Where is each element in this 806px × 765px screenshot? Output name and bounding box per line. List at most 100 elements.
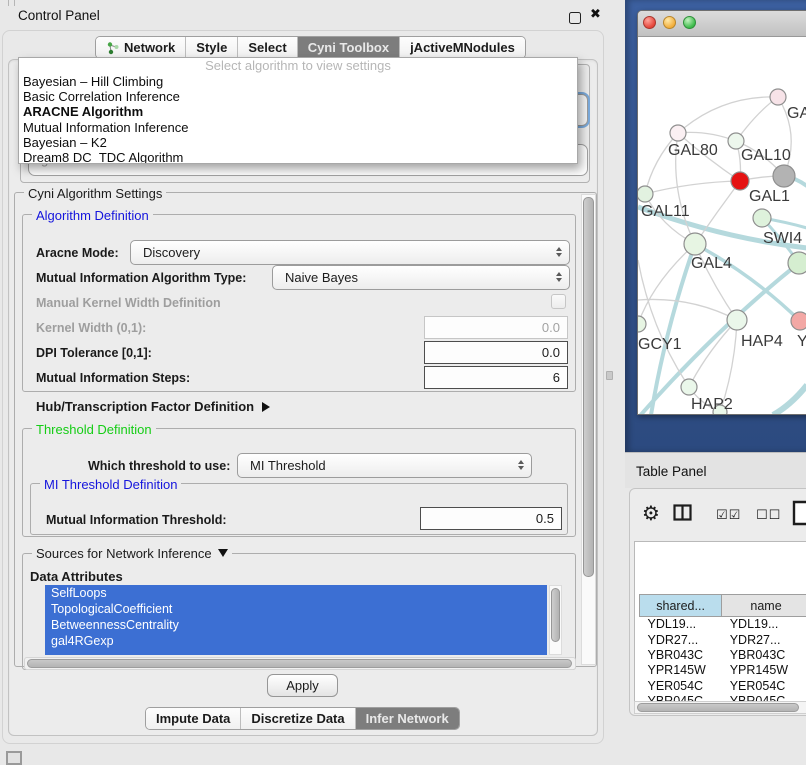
network-node[interactable] — [638, 316, 646, 332]
dropdown-item[interactable]: Bayesian – Hill Climbing — [19, 74, 577, 89]
network-edge[interactable] — [645, 181, 740, 194]
split-columns-icon[interactable] — [673, 504, 692, 521]
network-node[interactable] — [681, 379, 697, 395]
split-pane-handle[interactable] — [606, 371, 613, 380]
network-node[interactable] — [791, 312, 806, 330]
mi-threshold-label: Mutual Information Threshold: — [46, 513, 227, 527]
algorithm-dropdown-popup: Select algorithm to view settings Bayesi… — [18, 57, 578, 164]
float-window-icon[interactable] — [569, 12, 581, 24]
network-node[interactable] — [731, 172, 749, 190]
control-panel-tabs: Network Style Select Cyni Toolbox jActiv… — [95, 36, 526, 59]
table-cell[interactable]: YBR043C — [640, 647, 722, 662]
table-cell[interactable]: YDR27... — [722, 632, 806, 647]
minimized-panel-icon[interactable] — [6, 751, 22, 765]
table-header-row[interactable]: shared... name A — [640, 595, 806, 617]
table-cell[interactable]: YBR043C — [722, 647, 806, 662]
aracne-mode-select[interactable]: Discovery — [130, 240, 570, 265]
network-node[interactable] — [753, 209, 771, 227]
manual-kernel-checkbox[interactable] — [551, 294, 566, 309]
attributes-scrollbar-thumb[interactable] — [551, 588, 560, 642]
network-tab-icon — [106, 41, 120, 55]
table-row[interactable]: YDR27...YDR27...12 — [640, 632, 806, 647]
network-edge[interactable] — [678, 97, 778, 133]
close-traffic-light-icon[interactable] — [643, 16, 656, 29]
dropdown-item[interactable]: ARACNE Algorithm — [19, 104, 577, 119]
page-icon[interactable] — [792, 500, 806, 526]
network-node[interactable] — [638, 186, 653, 202]
dropdown-item[interactable]: Dream8 DC_TDC Algorithm — [19, 150, 577, 164]
table-row[interactable]: YPR145WYPR145W9. — [640, 663, 806, 678]
network-node[interactable] — [727, 310, 747, 330]
table-cell[interactable]: YDL19... — [640, 617, 722, 632]
network-view-window[interactable]: GALGAL80GAL10GAL1GAL11SWI4GAL4GCY1HAP4YH… — [637, 10, 806, 415]
network-node[interactable] — [773, 165, 795, 187]
attribute-item[interactable]: gal4RGexp — [45, 633, 547, 649]
tab-jactivemnodules[interactable]: jActiveMNodules — [400, 37, 525, 58]
network-edge[interactable] — [773, 385, 806, 415]
settings-scrollbar-thumb[interactable] — [583, 197, 594, 577]
tab-select[interactable]: Select — [238, 37, 297, 58]
table-row[interactable]: YDL19...YDL19...13 — [640, 617, 806, 632]
tab-infer-network[interactable]: Infer Network — [356, 708, 459, 729]
network-edge[interactable] — [678, 132, 736, 141]
network-node-label: GAL11 — [641, 203, 690, 220]
table-row[interactable]: YER054CYER054C8. — [640, 678, 806, 693]
collapse-down-icon[interactable] — [218, 549, 228, 557]
apply-button[interactable]: Apply — [267, 674, 338, 697]
close-icon[interactable]: ✖ — [590, 6, 601, 22]
sources-group-title[interactable]: Sources for Network Inference — [32, 546, 232, 561]
network-window-titlebar[interactable] — [638, 11, 806, 37]
tab-network[interactable]: Network — [96, 37, 186, 58]
hub-definition-toggle[interactable]: Hub/Transcription Factor Definition — [36, 399, 270, 414]
table-cell[interactable]: YPR145W — [640, 663, 722, 678]
tab-cyni-toolbox[interactable]: Cyni Toolbox — [298, 37, 400, 58]
which-threshold-label: Which threshold to use: — [88, 459, 230, 473]
table-cell[interactable]: YER054C — [722, 678, 806, 693]
node-table[interactable]: shared... name A YDL19...YDL19...13YDR27… — [634, 541, 806, 701]
col-shared-name[interactable]: shared... — [640, 595, 722, 617]
dropdown-item[interactable]: Bayesian – K2 — [19, 135, 577, 150]
network-canvas[interactable]: GALGAL80GAL10GAL1GAL11SWI4GAL4GCY1HAP4YH… — [638, 37, 806, 415]
mi-type-select[interactable]: Naive Bayes — [272, 265, 570, 290]
select-all-checks-icon[interactable]: ☑☑ — [716, 507, 741, 523]
settings-hscrollbar-thumb[interactable] — [27, 659, 572, 668]
table-cell[interactable]: YDR27... — [640, 632, 722, 647]
tab-style[interactable]: Style — [186, 37, 238, 58]
minimize-traffic-light-icon[interactable] — [663, 16, 676, 29]
tab-impute-data[interactable]: Impute Data — [146, 708, 241, 729]
network-node[interactable] — [770, 89, 786, 105]
network-edge[interactable] — [638, 244, 695, 324]
attribute-item[interactable]: BetweennessCentrality — [45, 617, 547, 633]
tab-discretize-data[interactable]: Discretize Data — [241, 708, 355, 729]
table-cell[interactable]: YDL19... — [722, 617, 806, 632]
aracne-mode-label: Aracne Mode: — [36, 246, 119, 260]
which-threshold-select[interactable]: MI Threshold — [237, 453, 532, 478]
network-node[interactable] — [684, 233, 706, 255]
deselect-all-boxes-icon[interactable]: ☐☐ — [756, 507, 781, 523]
kernel-width-field[interactable]: 0.0 — [424, 316, 568, 339]
table-cell[interactable]: YBR045C — [640, 693, 722, 701]
network-node-label: GAL1 — [749, 188, 790, 205]
mi-threshold-field[interactable]: 0.5 — [420, 507, 562, 530]
network-node[interactable] — [788, 252, 806, 274]
col-name[interactable]: name — [722, 595, 806, 617]
network-node-label: GAL4 — [691, 255, 732, 272]
table-cell[interactable]: YPR145W — [722, 663, 806, 678]
table-row[interactable]: YBR043CYBR043C — [640, 647, 806, 662]
table-cell[interactable]: YBR045C — [722, 693, 806, 701]
table-hscrollbar-thumb[interactable] — [637, 703, 799, 712]
dpi-tolerance-field[interactable]: 0.0 — [424, 341, 568, 364]
expand-right-icon[interactable] — [262, 402, 270, 412]
data-attributes-list[interactable]: SelfLoopsTopologicalCoefficientBetweenne… — [45, 585, 547, 655]
dropdown-item[interactable]: Mutual Information Inference — [19, 120, 577, 135]
attribute-item[interactable]: SelfLoops — [45, 585, 547, 601]
attribute-item[interactable]: TopologicalCoefficient — [45, 601, 547, 617]
mi-steps-field[interactable]: 6 — [424, 366, 568, 389]
table-cell[interactable]: YER054C — [640, 678, 722, 693]
network-node[interactable] — [670, 125, 686, 141]
settings-gear-icon[interactable]: ⚙ — [642, 501, 660, 526]
table-row[interactable]: YBR045CYBR045C9. — [640, 693, 806, 701]
network-edge[interactable] — [736, 97, 778, 141]
dropdown-item[interactable]: Basic Correlation Inference — [19, 89, 577, 104]
zoom-traffic-light-icon[interactable] — [683, 16, 696, 29]
